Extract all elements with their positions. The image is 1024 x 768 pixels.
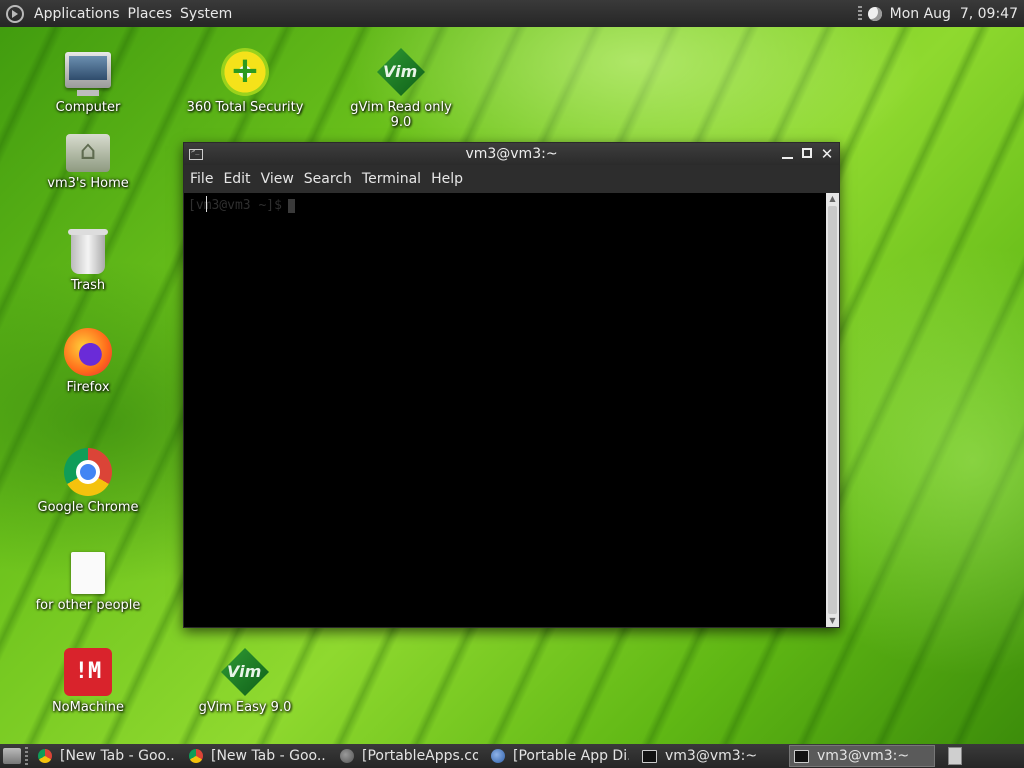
window-title: vm3@vm3:~ [465, 146, 558, 162]
desktop-icon-home[interactable]: vm3's Home [28, 128, 148, 191]
taskbar-item-label: [New Tab - Goo... [211, 748, 327, 764]
terminal-menubar: File Edit View Search Terminal Help [184, 165, 839, 193]
menu-places[interactable]: Places [124, 6, 177, 22]
chrome-icon [189, 749, 203, 763]
desktop-icon-label: NoMachine [51, 700, 125, 715]
taskbar-item-label: [New Tab - Goo... [60, 748, 176, 764]
terminal-window[interactable]: vm3@vm3:~ ✕ File Edit View Search Termin… [183, 142, 840, 628]
scroll-up-arrow-icon[interactable]: ▲ [826, 193, 839, 205]
terminal-titlebar[interactable]: vm3@vm3:~ ✕ [184, 143, 839, 165]
window-controls: ✕ [780, 147, 839, 162]
trash-icon [68, 229, 108, 274]
gvim-icon [377, 48, 425, 96]
document-icon [71, 552, 105, 594]
taskbar-item[interactable]: [New Tab - Goo... [34, 745, 180, 767]
taskbar-item-label: [Portable App Di... [513, 748, 629, 764]
bottom-taskbar: [New Tab - Goo... [New Tab - Goo... [Por… [0, 744, 1024, 768]
desktop-icon-trash[interactable]: Trash [28, 228, 148, 293]
desktop-icon-nomachine[interactable]: !M NoMachine [28, 648, 148, 715]
top-panel: Applications Places System Mon Aug 7, 09… [0, 0, 1024, 27]
menu-search[interactable]: Search [300, 171, 356, 187]
chrome-icon [38, 749, 52, 763]
workspace-switcher[interactable] [948, 747, 962, 765]
menu-system[interactable]: System [176, 6, 236, 22]
desktop-icon-document[interactable]: for other people [28, 548, 148, 613]
taskbar-grip-icon [25, 747, 28, 765]
taskbar-item-label: [PortableApps.co... [362, 748, 478, 764]
taskbar-item[interactable]: [PortableApps.co... [336, 745, 482, 767]
network-status-icon[interactable] [867, 6, 882, 21]
scrollbar-thumb[interactable] [828, 206, 837, 614]
menu-file[interactable]: File [186, 171, 217, 187]
taskbar-item-label: vm3@vm3:~ [817, 748, 910, 764]
chrome-icon [64, 448, 112, 496]
terminal-icon [794, 749, 809, 763]
scroll-down-arrow-icon[interactable]: ▼ [826, 615, 839, 627]
terminal-icon [642, 749, 657, 763]
firefox-icon [64, 328, 112, 376]
desktop-icon-label: Computer [55, 100, 121, 115]
desktop-icon-label: Google Chrome [37, 500, 139, 515]
menu-edit[interactable]: Edit [219, 171, 254, 187]
taskbar-item-active[interactable]: vm3@vm3:~ [789, 745, 935, 767]
menu-applications[interactable]: Applications [30, 6, 124, 22]
desktop-icon-label: 360 Total Security [186, 100, 304, 115]
text-cursor [287, 198, 295, 213]
desktop-icon-computer[interactable]: Computer [28, 48, 148, 115]
desktop-icon-label: vm3's Home [47, 176, 129, 191]
web-icon [491, 749, 505, 763]
clock[interactable]: Mon Aug 7, 09:47 [890, 6, 1018, 22]
taskbar-item-label: vm3@vm3:~ [665, 748, 758, 764]
close-button[interactable]: ✕ [820, 147, 834, 162]
desktop-icon-label: for other people [35, 598, 141, 613]
menu-help[interactable]: Help [427, 171, 467, 187]
taskbar-item[interactable]: [Portable App Di... [487, 745, 633, 767]
gvim-icon [221, 648, 269, 696]
nomachine-icon: !M [64, 648, 112, 696]
desktop-icon-label: gVim Read only 9.0 [350, 100, 452, 130]
menu-view[interactable]: View [257, 171, 298, 187]
desktop-icon-gvim-readonly[interactable]: gVim Read only 9.0 [340, 48, 462, 130]
desktop-icon-label: Trash [70, 278, 106, 293]
panel-grip-icon [857, 5, 862, 22]
desktop-icon-label: gVim Easy 9.0 [198, 700, 292, 715]
desktop-icon-360-security[interactable]: 360 Total Security [185, 48, 305, 115]
terminal-icon [189, 147, 203, 160]
mouse-ibeam-cursor-icon [206, 196, 209, 212]
desktop-icon-label: Firefox [66, 380, 110, 395]
terminal-output[interactable]: [vm3@vm3 ~]$ [184, 193, 826, 627]
minimize-button[interactable] [780, 147, 794, 161]
360-security-icon [221, 48, 269, 96]
desktop-icon-firefox[interactable]: Firefox [28, 328, 148, 395]
terminal-prompt: [vm3@vm3 ~]$ [188, 198, 282, 213]
maximize-button[interactable] [800, 147, 814, 161]
taskbar-item[interactable]: [New Tab - Goo... [185, 745, 331, 767]
home-folder-icon [66, 134, 110, 172]
globe-icon [340, 749, 354, 763]
desktop-icon-chrome[interactable]: Google Chrome [28, 448, 148, 515]
menu-terminal[interactable]: Terminal [358, 171, 425, 187]
distro-logo-icon[interactable] [6, 4, 24, 23]
taskbar-item[interactable]: vm3@vm3:~ [638, 745, 784, 767]
top-panel-tray: Mon Aug 7, 09:47 [857, 5, 1024, 22]
desktop-icon-gvim-easy[interactable]: gVim Easy 9.0 [185, 648, 305, 715]
terminal-scrollbar[interactable]: ▲ ▼ [826, 193, 839, 627]
show-desktop-icon[interactable] [3, 748, 21, 764]
computer-icon [65, 52, 111, 96]
